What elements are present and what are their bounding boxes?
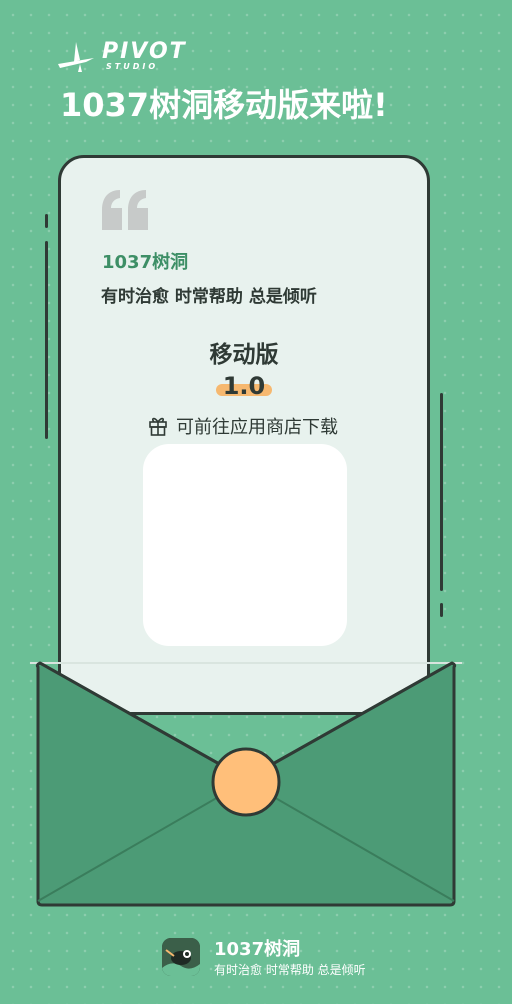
qr-code-area[interactable]: [143, 444, 347, 646]
footer-app-name: 1037树洞: [214, 939, 301, 960]
decor-line: [440, 603, 443, 617]
footer-slogan: 有时治愈 时常帮助 总是倾听: [214, 963, 366, 977]
quote-mark-icon: [100, 186, 152, 234]
logo-text: PIVOT: [102, 39, 187, 64]
version-number: 1.0: [222, 372, 266, 400]
version-label: 移动版: [209, 342, 279, 368]
logo-subtext: STUDIO: [106, 62, 159, 71]
pivot-studio-logo: PIVOT STUDIO: [56, 38, 186, 74]
app-icon: [162, 938, 200, 976]
decor-line: [45, 214, 48, 228]
card-slogan: 有时治愈 时常帮助 总是倾听: [101, 287, 317, 307]
wax-seal: [211, 747, 281, 817]
card-brand: 1037树洞: [102, 252, 189, 273]
store-hint-text: 可前往应用商店下载: [176, 417, 338, 438]
pivot-plane-logo-icon: [58, 42, 94, 72]
store-hint: 可前往应用商店下载: [148, 412, 388, 438]
page-headline: 1037树洞移动版来啦!: [60, 86, 388, 124]
envelope: [30, 661, 462, 907]
decor-line: [440, 393, 443, 591]
gift-icon: [149, 417, 167, 436]
